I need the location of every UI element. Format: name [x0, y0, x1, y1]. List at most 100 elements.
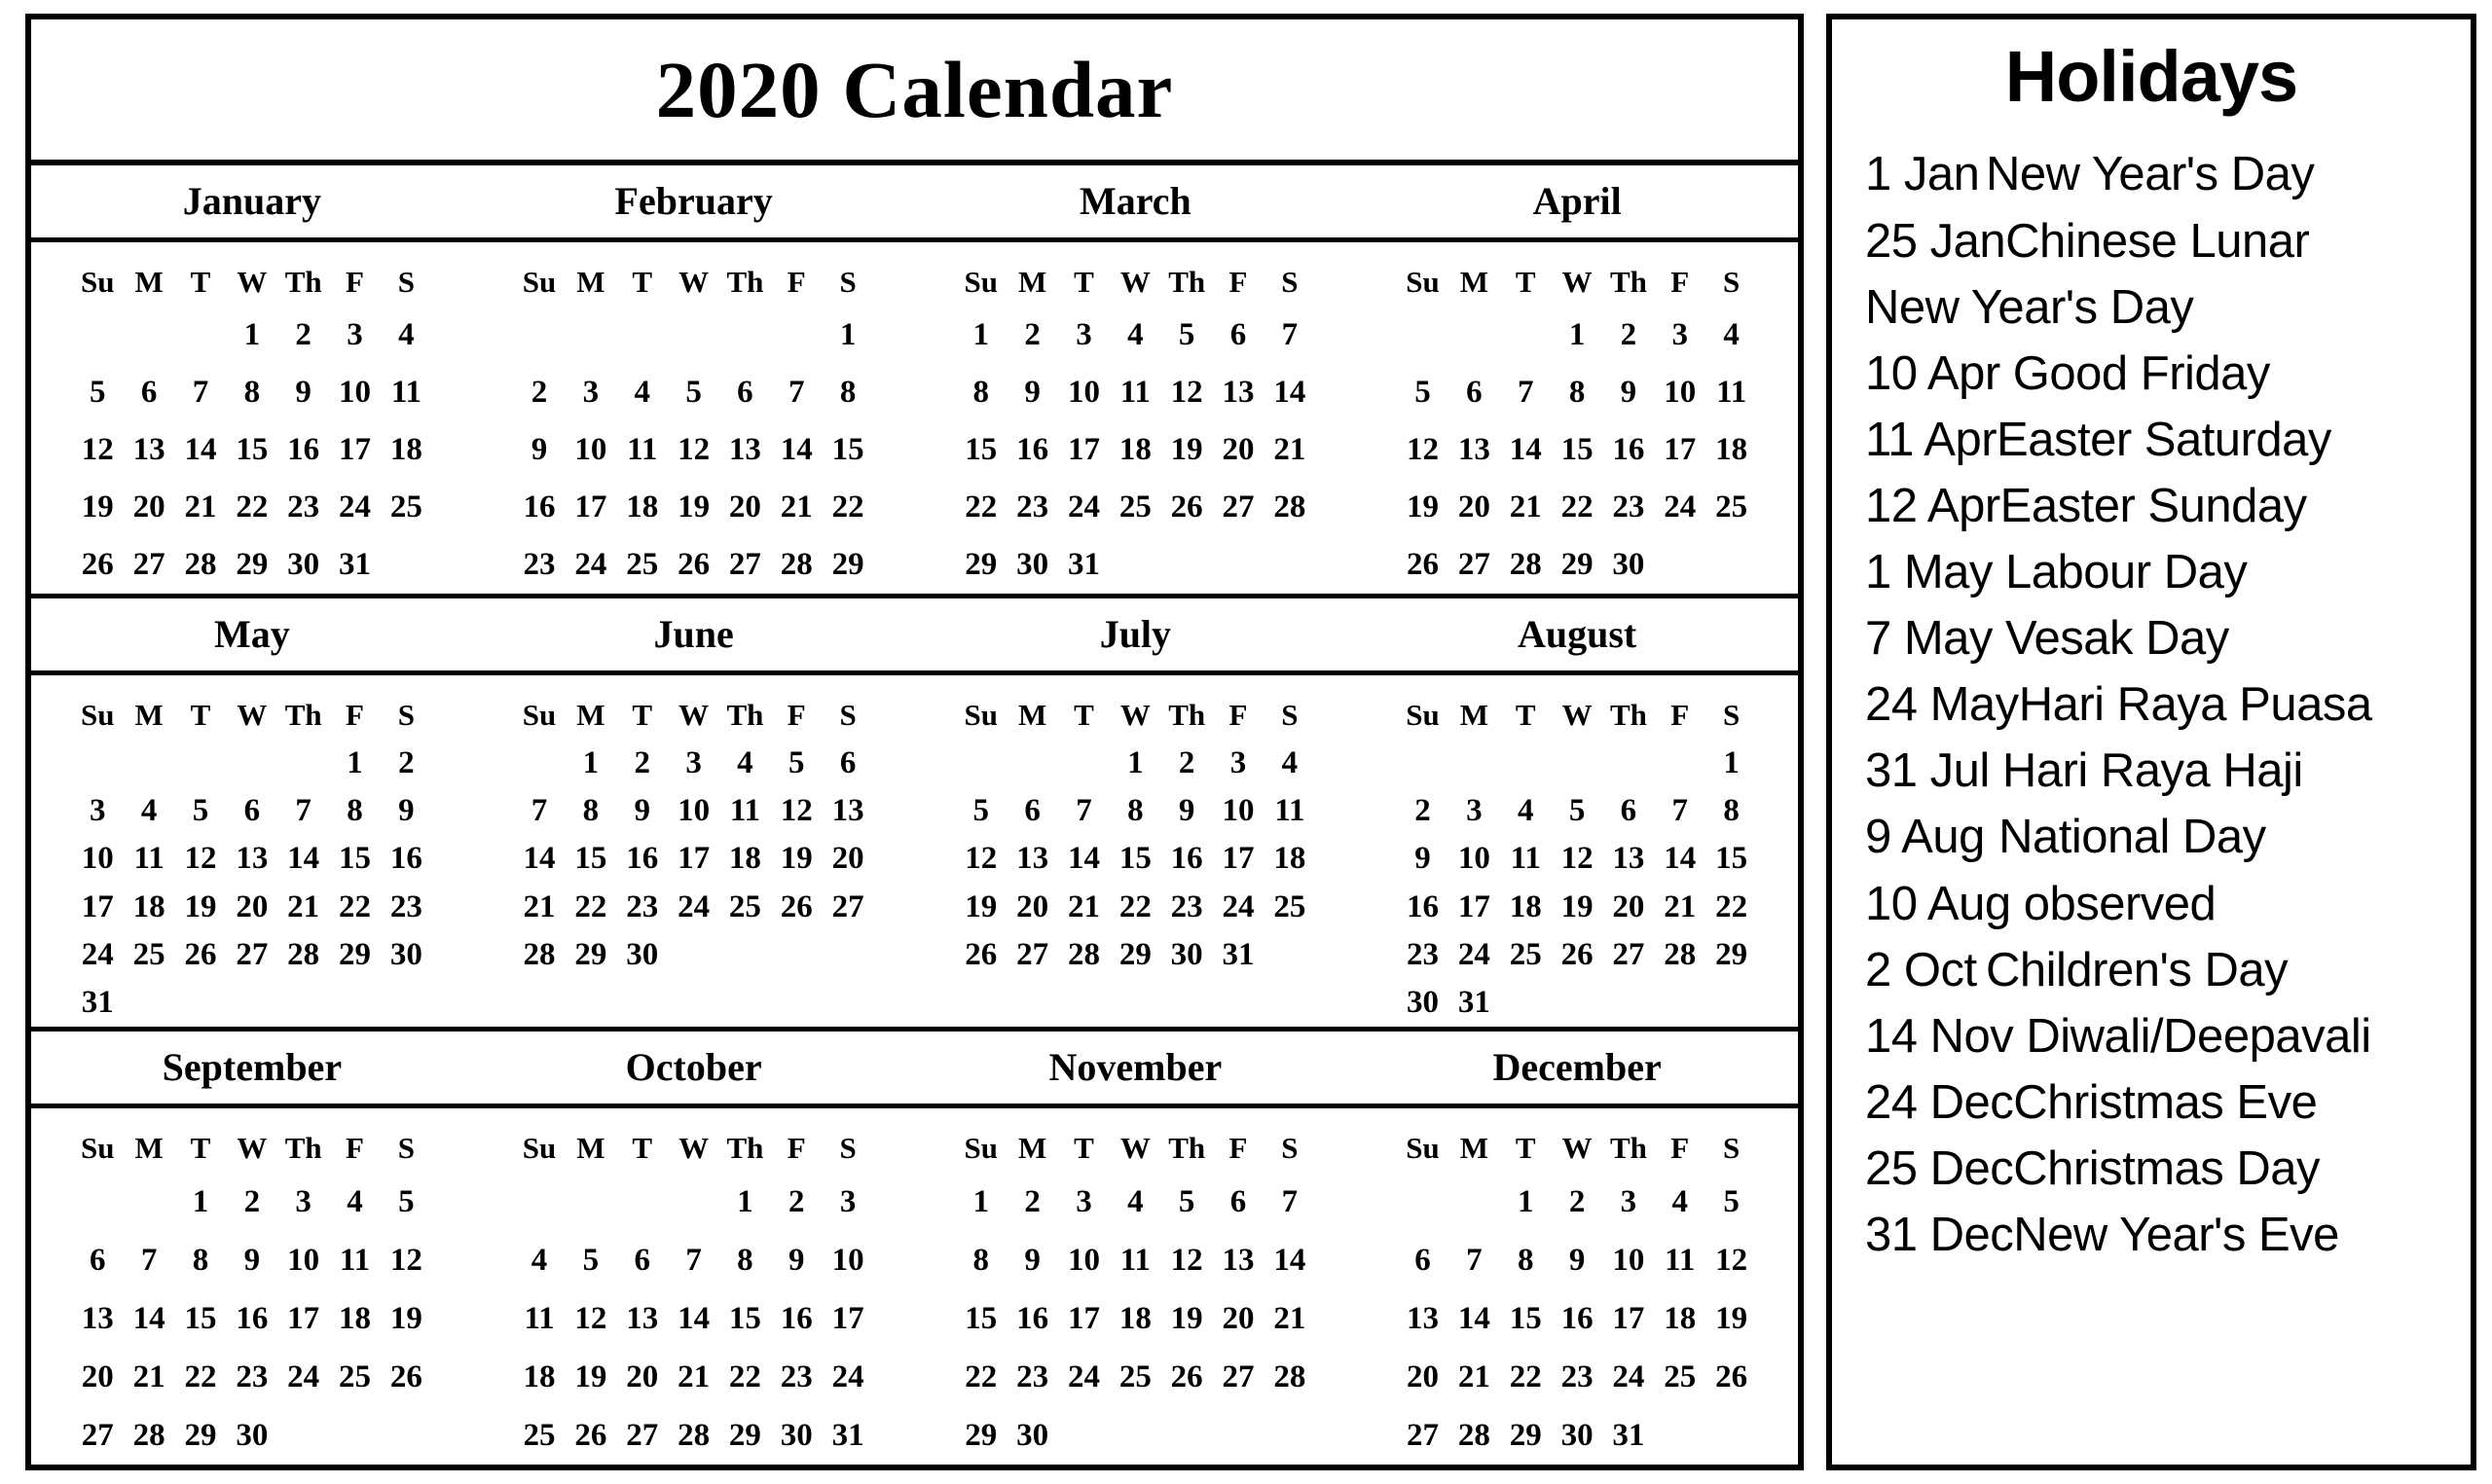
day-cell[interactable]: 11	[514, 1289, 566, 1348]
day-cell[interactable]: 12	[1705, 1231, 1757, 1289]
day-cell[interactable]: 27	[1603, 931, 1655, 979]
day-cell[interactable]: 1	[955, 1173, 1007, 1231]
day-cell[interactable]: 9	[1397, 835, 1448, 883]
day-cell[interactable]: 30	[226, 1406, 277, 1465]
day-cell[interactable]: 13	[1213, 364, 1264, 421]
day-cell[interactable]: 3	[72, 787, 124, 835]
day-cell[interactable]: 8	[175, 1231, 227, 1289]
day-cell[interactable]: 8	[1110, 787, 1161, 835]
day-cell[interactable]: 3	[668, 740, 719, 787]
day-cell[interactable]: 23	[226, 1348, 277, 1406]
day-cell[interactable]: 1	[226, 307, 277, 364]
day-cell[interactable]: 19	[1161, 421, 1213, 479]
day-cell[interactable]: 20	[226, 883, 277, 930]
day-cell[interactable]: 26	[771, 883, 823, 930]
day-cell[interactable]: 25	[329, 1348, 381, 1406]
day-cell[interactable]: 14	[1264, 364, 1315, 421]
day-cell[interactable]: 29	[565, 931, 616, 979]
day-cell[interactable]: 19	[565, 1348, 616, 1406]
day-cell[interactable]: 12	[1552, 835, 1603, 883]
day-cell[interactable]: 2	[1007, 307, 1058, 364]
day-cell[interactable]: 25	[616, 536, 668, 594]
day-cell[interactable]: 23	[1007, 479, 1058, 536]
day-cell[interactable]: 6	[124, 364, 175, 421]
day-cell[interactable]: 20	[1603, 883, 1655, 930]
day-cell[interactable]: 16	[514, 479, 566, 536]
day-cell[interactable]: 19	[1705, 1289, 1757, 1348]
day-cell[interactable]: 26	[1552, 931, 1603, 979]
day-cell[interactable]: 26	[668, 536, 719, 594]
day-cell[interactable]: 10	[329, 364, 381, 421]
day-cell[interactable]: 10	[277, 1231, 329, 1289]
day-cell[interactable]: 2	[1603, 307, 1655, 364]
day-cell[interactable]: 20	[1213, 1289, 1264, 1348]
day-cell[interactable]: 24	[1448, 931, 1500, 979]
day-cell[interactable]: 18	[719, 835, 771, 883]
day-cell[interactable]: 27	[1448, 536, 1500, 594]
day-cell[interactable]: 26	[381, 1348, 432, 1406]
day-cell[interactable]: 1	[1552, 307, 1603, 364]
day-cell[interactable]: 5	[1397, 364, 1448, 421]
day-cell[interactable]: 12	[72, 421, 124, 479]
day-cell[interactable]: 6	[226, 787, 277, 835]
day-cell[interactable]: 1	[565, 740, 616, 787]
day-cell[interactable]: 15	[1552, 421, 1603, 479]
day-cell[interactable]: 6	[1213, 1173, 1264, 1231]
day-cell[interactable]: 8	[1552, 364, 1603, 421]
day-cell[interactable]: 1	[719, 1173, 771, 1231]
day-cell[interactable]: 11	[329, 1231, 381, 1289]
day-cell[interactable]: 31	[329, 536, 381, 594]
day-cell[interactable]: 17	[1213, 835, 1264, 883]
day-cell[interactable]: 4	[1264, 740, 1315, 787]
day-cell[interactable]: 31	[1213, 931, 1264, 979]
day-cell[interactable]: 22	[1500, 1348, 1552, 1406]
day-cell[interactable]: 14	[277, 835, 329, 883]
day-cell[interactable]: 25	[124, 931, 175, 979]
day-cell[interactable]: 26	[1705, 1348, 1757, 1406]
day-cell[interactable]: 20	[1007, 883, 1058, 930]
day-cell[interactable]: 7	[514, 787, 566, 835]
day-cell[interactable]: 29	[226, 536, 277, 594]
day-cell[interactable]: 2	[277, 307, 329, 364]
day-cell[interactable]: 26	[1161, 1348, 1213, 1406]
day-cell[interactable]: 5	[771, 740, 823, 787]
day-cell[interactable]: 20	[616, 1348, 668, 1406]
day-cell[interactable]: 10	[1448, 835, 1500, 883]
day-cell[interactable]: 27	[1397, 1406, 1448, 1465]
day-cell[interactable]: 25	[719, 883, 771, 930]
day-cell[interactable]: 17	[565, 479, 616, 536]
day-cell[interactable]: 3	[1654, 307, 1705, 364]
day-cell[interactable]: 31	[1448, 979, 1500, 1027]
day-cell[interactable]: 19	[1161, 1289, 1213, 1348]
day-cell[interactable]: 25	[1654, 1348, 1705, 1406]
day-cell[interactable]: 13	[226, 835, 277, 883]
day-cell[interactable]: 13	[1213, 1231, 1264, 1289]
day-cell[interactable]: 1	[823, 307, 874, 364]
day-cell[interactable]: 3	[565, 364, 616, 421]
day-cell[interactable]: 7	[277, 787, 329, 835]
day-cell[interactable]: 30	[1161, 931, 1213, 979]
day-cell[interactable]: 31	[823, 1406, 874, 1465]
day-cell[interactable]: 6	[72, 1231, 124, 1289]
day-cell[interactable]: 20	[719, 479, 771, 536]
day-cell[interactable]: 13	[616, 1289, 668, 1348]
day-cell[interactable]: 17	[668, 835, 719, 883]
day-cell[interactable]: 18	[616, 479, 668, 536]
day-cell[interactable]: 7	[1448, 1231, 1500, 1289]
day-cell[interactable]: 28	[668, 1406, 719, 1465]
day-cell[interactable]: 10	[1654, 364, 1705, 421]
day-cell[interactable]: 29	[955, 536, 1007, 594]
day-cell[interactable]: 30	[1007, 536, 1058, 594]
day-cell[interactable]: 3	[329, 307, 381, 364]
day-cell[interactable]: 2	[381, 740, 432, 787]
day-cell[interactable]: 21	[124, 1348, 175, 1406]
day-cell[interactable]: 4	[329, 1173, 381, 1231]
day-cell[interactable]: 18	[124, 883, 175, 930]
day-cell[interactable]: 10	[1058, 1231, 1110, 1289]
day-cell[interactable]: 26	[955, 931, 1007, 979]
day-cell[interactable]: 5	[955, 787, 1007, 835]
day-cell[interactable]: 17	[823, 1289, 874, 1348]
day-cell[interactable]: 16	[771, 1289, 823, 1348]
day-cell[interactable]: 9	[1603, 364, 1655, 421]
day-cell[interactable]: 15	[565, 835, 616, 883]
